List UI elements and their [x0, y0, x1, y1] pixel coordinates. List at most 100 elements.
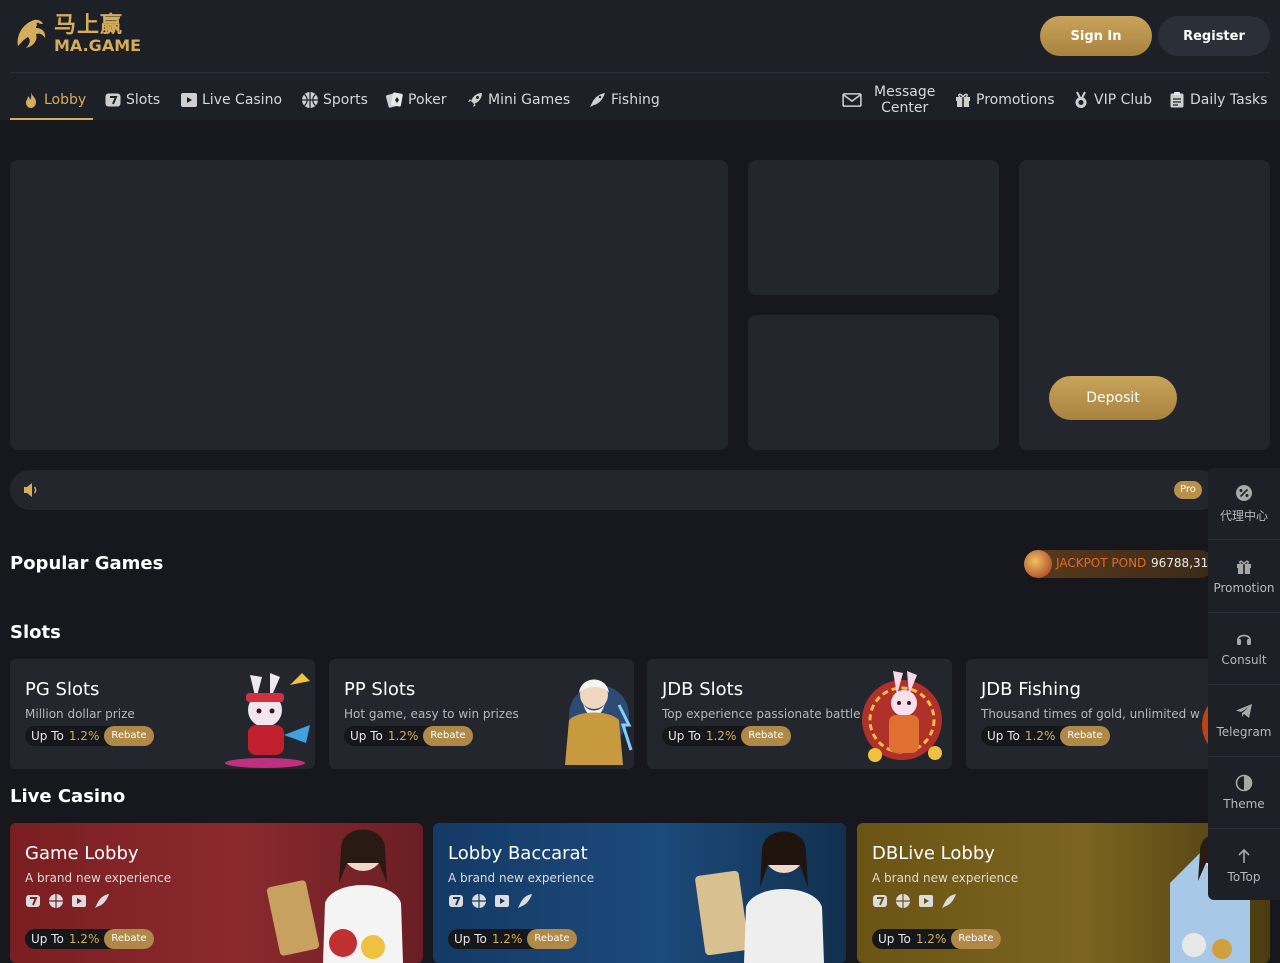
- sidebar-to-top[interactable]: ToTop: [1208, 829, 1280, 901]
- live-card-title: Lobby Baccarat: [448, 843, 588, 864]
- sidebar-promotion-label: Promotion: [1213, 581, 1275, 595]
- jackpot-value: 96788,31: [1151, 556, 1209, 570]
- gift-icon: [1237, 560, 1251, 574]
- sidebar-agent-label: 代理中心: [1219, 508, 1268, 523]
- nav-slots[interactable]: Slots: [104, 80, 160, 120]
- slot-seven-icon: [105, 93, 121, 107]
- sidebar-agent-center[interactable]: 代理中心: [1208, 468, 1280, 540]
- side-banner-bottom[interactable]: [748, 315, 999, 450]
- live-card-lobby-baccarat[interactable]: Lobby Baccarat A brand new experience Up…: [433, 823, 846, 963]
- register-button[interactable]: Register: [1158, 16, 1270, 56]
- nav-live-casino-label: Live Casino: [202, 92, 283, 108]
- basketball-icon: [895, 893, 911, 909]
- notice-pill[interactable]: Pro: [1174, 481, 1202, 499]
- nav-mini-games-label: Mini Games: [488, 92, 571, 108]
- nav-message-label-line1: Message: [874, 84, 936, 100]
- nav-daily-tasks[interactable]: Daily Tasks: [1168, 80, 1267, 120]
- rebate-row: Up To 1.2% Rebate: [872, 929, 1001, 949]
- zeus-character-icon: [565, 679, 633, 765]
- video-play-icon: [494, 893, 510, 909]
- sidebar-theme-label: Theme: [1223, 797, 1265, 811]
- live-card-subtitle: A brand new experience: [25, 871, 172, 885]
- deposit-button[interactable]: Deposit: [1049, 376, 1177, 420]
- nav-lobby-label: Lobby: [44, 92, 87, 108]
- rebate-percent: 1.2%: [1024, 729, 1056, 743]
- video-play-icon: [918, 893, 934, 909]
- nav-message-center[interactable]: Message Center: [842, 80, 935, 120]
- sidebar-telegram[interactable]: Telegram: [1208, 685, 1280, 757]
- video-play-icon: [181, 93, 197, 107]
- nav-vip-club[interactable]: VIP Club: [1072, 80, 1152, 120]
- slot-card-subtitle: Hot game, easy to win prizes: [344, 707, 519, 721]
- live-card-game-icons: [448, 893, 540, 909]
- side-banner-top[interactable]: [748, 160, 999, 295]
- nav-fishing-label: Fishing: [611, 92, 660, 108]
- logo-text-en: MA.GAME: [54, 35, 142, 55]
- sign-in-button[interactable]: Sign In: [1040, 16, 1152, 56]
- clipboard-icon: [1170, 92, 1184, 108]
- live-card-game-lobby[interactable]: Game Lobby A brand new experience Up To …: [10, 823, 423, 963]
- live-card-title: DBLive Lobby: [872, 843, 995, 864]
- sidebar-promotion[interactable]: Promotion: [1208, 541, 1280, 613]
- floating-sidebar: 代理中心 Promotion Consult Telegram Theme To…: [1208, 468, 1280, 900]
- fish-icon: [941, 893, 957, 909]
- nav-fishing[interactable]: Fishing: [589, 80, 660, 120]
- nav-promotions[interactable]: Promotions: [954, 80, 1055, 120]
- nav-mini-games[interactable]: Mini Games: [466, 80, 570, 120]
- rebate-row: Up To 1.2% Rebate: [981, 726, 1110, 746]
- percent-badge-icon: [1236, 484, 1252, 501]
- basketball-icon: [302, 92, 318, 108]
- basketball-icon: [48, 893, 64, 909]
- headset-icon: [1237, 634, 1251, 645]
- dealer-woman-icon: [266, 829, 403, 963]
- rebate-row: Up To 1.2% Rebate: [344, 726, 473, 746]
- live-card-game-icons: [872, 893, 964, 909]
- rebate-percent: 1.2%: [491, 932, 523, 946]
- site-logo[interactable]: 马上赢 MA.GAME: [12, 14, 141, 54]
- nav-live-casino[interactable]: Live Casino: [180, 80, 282, 120]
- rebate-tag: Rebate: [104, 929, 154, 949]
- rebate-tag: Rebate: [951, 929, 1001, 949]
- rebate-row: Up To 1.2% Rebate: [448, 929, 577, 949]
- video-play-icon: [71, 893, 87, 909]
- rebate-percent: 1.2%: [387, 729, 419, 743]
- sidebar-theme[interactable]: Theme: [1208, 757, 1280, 829]
- nav-sports-label: Sports: [323, 92, 368, 108]
- slot-card-title: JDB Fishing: [981, 679, 1081, 700]
- jackpot-coin-icon: [1024, 550, 1052, 578]
- live-card-game-icons: [25, 893, 117, 909]
- gift-icon: [956, 93, 970, 107]
- logo-text-cn: 马上赢: [54, 12, 124, 38]
- rebate-tag: Rebate: [741, 726, 791, 746]
- slot-card-pg[interactable]: PG Slots Million dollar prize Up To 1.2%…: [10, 659, 315, 769]
- slot-card-subtitle: Thousand times of gold, unlimited w: [981, 707, 1200, 721]
- dealer-woman-icon: [695, 831, 824, 963]
- rebate-tag: Rebate: [104, 726, 154, 746]
- slot-card-title: PG Slots: [25, 679, 100, 700]
- nav-daily-tasks-label: Daily Tasks: [1190, 92, 1268, 108]
- fish-icon: [517, 893, 533, 909]
- live-card-title: Game Lobby: [25, 843, 139, 864]
- nav-lobby[interactable]: Lobby: [22, 80, 86, 120]
- half-circle-theme-icon: [1235, 774, 1253, 792]
- notice-pill-text: Pro: [1180, 484, 1196, 495]
- main-banner[interactable]: [10, 160, 728, 450]
- fish-icon: [590, 93, 605, 107]
- nav-sports[interactable]: Sports: [301, 80, 368, 120]
- sidebar-consult[interactable]: Consult: [1208, 613, 1280, 685]
- nav-active-indicator: [10, 118, 93, 120]
- slot-card-pp[interactable]: PP Slots Hot game, easy to win prizes Up…: [329, 659, 634, 769]
- header-divider: [10, 72, 1270, 73]
- upto-label: Up To: [350, 729, 383, 743]
- upto-label: Up To: [878, 932, 911, 946]
- flame-icon: [26, 92, 36, 108]
- slot-card-jdb[interactable]: JDB Slots Top experience passionate batt…: [647, 659, 952, 769]
- notice-marquee: Pro: [10, 470, 1220, 510]
- rebate-percent: 1.2%: [705, 729, 737, 743]
- nav-poker[interactable]: Poker: [386, 80, 447, 120]
- slot-seven-icon: [448, 893, 464, 909]
- slot-seven-icon: [872, 893, 888, 909]
- slot-seven-icon: [25, 893, 41, 909]
- popular-games-title: Popular Games: [10, 553, 164, 574]
- upto-label: Up To: [31, 932, 64, 946]
